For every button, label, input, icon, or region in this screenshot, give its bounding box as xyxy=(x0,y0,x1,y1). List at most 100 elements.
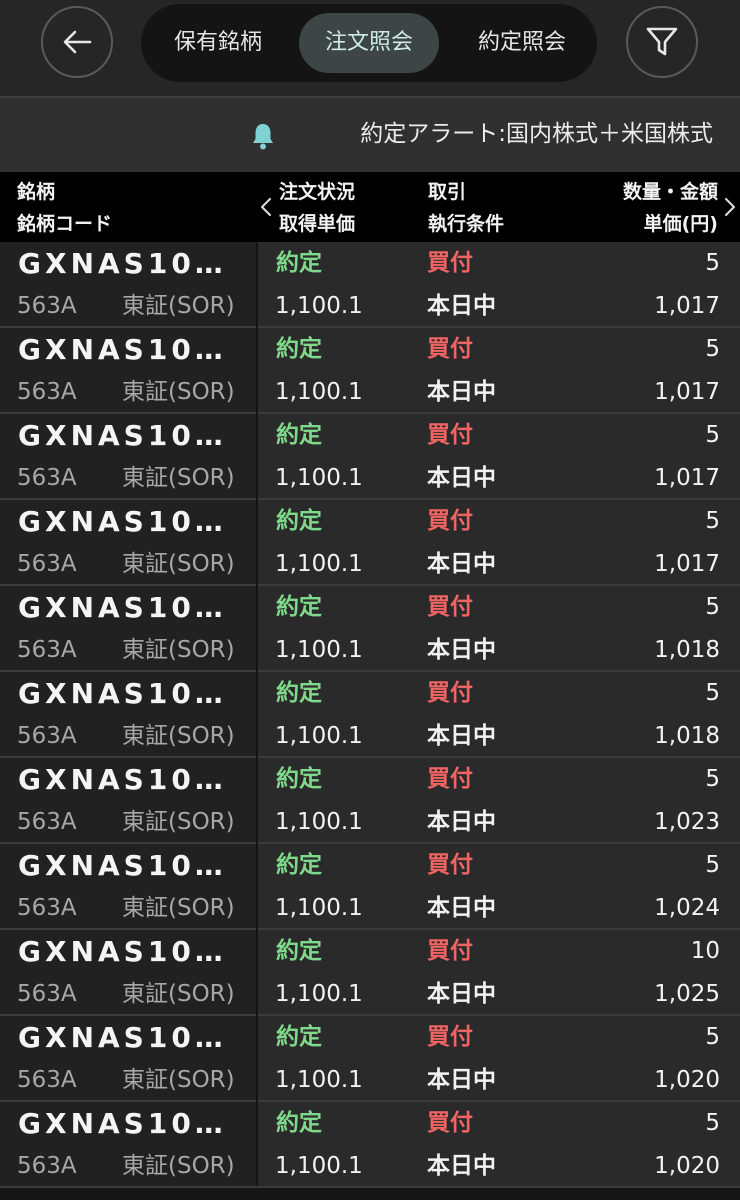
header-stock: 銘柄 xyxy=(17,181,56,203)
trade-side: 買付 xyxy=(427,938,473,964)
chevron-left-icon[interactable] xyxy=(260,197,272,217)
market-label: 東証(SOR) xyxy=(122,1153,235,1179)
order-row[interactable]: GXNAS10… 563A 東証(SOR) 約定 1,100.1 買付 本日中 … xyxy=(0,414,740,500)
order-row[interactable]: GXNAS10… 563A 東証(SOR) 約定 1,100.1 買付 本日中 … xyxy=(0,672,740,758)
header-acquisition-price: 取得単価 xyxy=(279,213,356,235)
unit-price: 1,024 xyxy=(654,895,720,921)
order-detail-cell: 約定 1,100.1 買付 本日中 5 1,020 xyxy=(258,1016,740,1100)
order-row[interactable]: GXNAS10… 563A 東証(SOR) 約定 1,100.1 買付 本日中 … xyxy=(0,1016,740,1102)
quantity: 5 xyxy=(705,508,720,534)
unit-price: 1,017 xyxy=(654,465,720,491)
stock-cell: GXNAS10… 563A 東証(SOR) xyxy=(0,328,256,412)
execution-alert-bar[interactable]: 約定アラート:国内株式＋米国株式 xyxy=(0,98,740,172)
order-row[interactable]: GXNAS10… 563A 東証(SOR) 約定 1,100.1 買付 本日中 … xyxy=(0,844,740,930)
alert-label: 約定アラート:国内株式＋米国株式 xyxy=(360,121,713,147)
stock-cell: GXNAS10… 563A 東証(SOR) xyxy=(0,930,256,1014)
stock-code: 563A xyxy=(17,723,77,749)
order-detail-cell: 約定 1,100.1 買付 本日中 5 1,017 xyxy=(258,328,740,412)
quantity: 5 xyxy=(705,422,720,448)
quantity: 5 xyxy=(705,680,720,706)
order-row[interactable]: GXNAS10… 563A 東証(SOR) 約定 1,100.1 買付 本日中 … xyxy=(0,500,740,586)
order-status: 約定 xyxy=(276,766,322,792)
stock-cell: GXNAS10… 563A 東証(SOR) xyxy=(0,1102,256,1186)
stock-name: GXNAS10… xyxy=(18,505,227,538)
stock-name: GXNAS10… xyxy=(18,935,227,968)
stock-name: GXNAS10… xyxy=(18,1107,227,1140)
back-button[interactable] xyxy=(41,6,113,78)
stock-code: 563A xyxy=(17,981,77,1007)
order-status: 約定 xyxy=(276,422,322,448)
order-row[interactable]: GXNAS10… 563A 東証(SOR) 約定 1,100.1 買付 本日中 … xyxy=(0,242,740,328)
acquisition-price: 1,100.1 xyxy=(275,723,363,749)
acquisition-price: 1,100.1 xyxy=(275,637,363,663)
market-label: 東証(SOR) xyxy=(122,551,235,577)
execution-condition: 本日中 xyxy=(427,637,496,663)
order-status: 約定 xyxy=(276,1024,322,1050)
stock-name: GXNAS10… xyxy=(18,677,227,710)
unit-price: 1,020 xyxy=(654,1153,720,1179)
trade-side: 買付 xyxy=(427,250,473,276)
order-status: 約定 xyxy=(276,250,322,276)
tab-holdings[interactable]: 保有銘柄 xyxy=(155,13,281,73)
acquisition-price: 1,100.1 xyxy=(275,465,363,491)
unit-price: 1,017 xyxy=(654,293,720,319)
market-label: 東証(SOR) xyxy=(122,723,235,749)
trade-side: 買付 xyxy=(427,508,473,534)
order-row[interactable]: GXNAS10… 563A 東証(SOR) 約定 1,100.1 買付 本日中 … xyxy=(0,758,740,844)
stock-code: 563A xyxy=(17,465,77,491)
acquisition-price: 1,100.1 xyxy=(275,1153,363,1179)
order-row[interactable]: GXNAS10… 563A 東証(SOR) 約定 1,100.1 買付 本日中 … xyxy=(0,328,740,414)
order-status: 約定 xyxy=(276,680,322,706)
order-status: 約定 xyxy=(276,508,322,534)
stock-cell: GXNAS10… 563A 東証(SOR) xyxy=(0,414,256,498)
stock-cell: GXNAS10… 563A 東証(SOR) xyxy=(0,1016,256,1100)
order-detail-cell: 約定 1,100.1 買付 本日中 5 1,023 xyxy=(258,758,740,842)
unit-price: 1,017 xyxy=(654,379,720,405)
order-list: GXNAS10… 563A 東証(SOR) 約定 1,100.1 買付 本日中 … xyxy=(0,242,740,1188)
stock-cell: GXNAS10… 563A 東証(SOR) xyxy=(0,242,256,326)
trade-side: 買付 xyxy=(427,852,473,878)
stock-cell: GXNAS10… 563A 東証(SOR) xyxy=(0,758,256,842)
chevron-right-icon[interactable] xyxy=(724,197,736,217)
market-label: 東証(SOR) xyxy=(122,465,235,491)
quantity: 10 xyxy=(690,938,720,964)
order-row[interactable]: GXNAS10… 563A 東証(SOR) 約定 1,100.1 買付 本日中 … xyxy=(0,1102,740,1188)
header-unit-price: 単価(円) xyxy=(643,213,718,235)
order-detail-cell: 約定 1,100.1 買付 本日中 5 1,020 xyxy=(258,1102,740,1186)
quantity: 5 xyxy=(705,852,720,878)
view-switcher: 保有銘柄 注文照会 約定照会 xyxy=(141,4,597,82)
execution-condition: 本日中 xyxy=(427,809,496,835)
unit-price: 1,018 xyxy=(654,723,720,749)
top-bar: 保有銘柄 注文照会 約定照会 xyxy=(0,0,740,96)
header-stock-code: 銘柄コード xyxy=(17,213,113,235)
trade-side: 買付 xyxy=(427,680,473,706)
tab-order-inquiry[interactable]: 注文照会 xyxy=(299,13,439,73)
tab-execution-inquiry[interactable]: 約定照会 xyxy=(457,13,587,73)
trade-side: 買付 xyxy=(427,1024,473,1050)
execution-condition: 本日中 xyxy=(427,895,496,921)
column-divider xyxy=(256,242,258,1182)
acquisition-price: 1,100.1 xyxy=(275,981,363,1007)
execution-condition: 本日中 xyxy=(427,981,496,1007)
acquisition-price: 1,100.1 xyxy=(275,895,363,921)
unit-price: 1,025 xyxy=(654,981,720,1007)
execution-condition: 本日中 xyxy=(427,1153,496,1179)
market-label: 東証(SOR) xyxy=(122,895,235,921)
header-order-status: 注文状況 xyxy=(279,181,356,203)
order-row[interactable]: GXNAS10… 563A 東証(SOR) 約定 1,100.1 買付 本日中 … xyxy=(0,930,740,1016)
trade-side: 買付 xyxy=(427,766,473,792)
table-header: 銘柄 銘柄コード 注文状況 取得単価 取引 執行条件 数量・金額 単価(円) xyxy=(0,172,740,242)
stock-code: 563A xyxy=(17,895,77,921)
order-row[interactable]: GXNAS10… 563A 東証(SOR) 約定 1,100.1 買付 本日中 … xyxy=(0,586,740,672)
acquisition-price: 1,100.1 xyxy=(275,293,363,319)
stock-code: 563A xyxy=(17,293,77,319)
stock-cell: GXNAS10… 563A 東証(SOR) xyxy=(0,672,256,756)
unit-price: 1,018 xyxy=(654,637,720,663)
unit-price: 1,020 xyxy=(654,1067,720,1093)
stock-code: 563A xyxy=(17,379,77,405)
execution-condition: 本日中 xyxy=(427,293,496,319)
acquisition-price: 1,100.1 xyxy=(275,809,363,835)
trade-side: 買付 xyxy=(427,1110,473,1136)
filter-button[interactable] xyxy=(626,6,698,78)
arrow-left-icon xyxy=(63,30,92,54)
